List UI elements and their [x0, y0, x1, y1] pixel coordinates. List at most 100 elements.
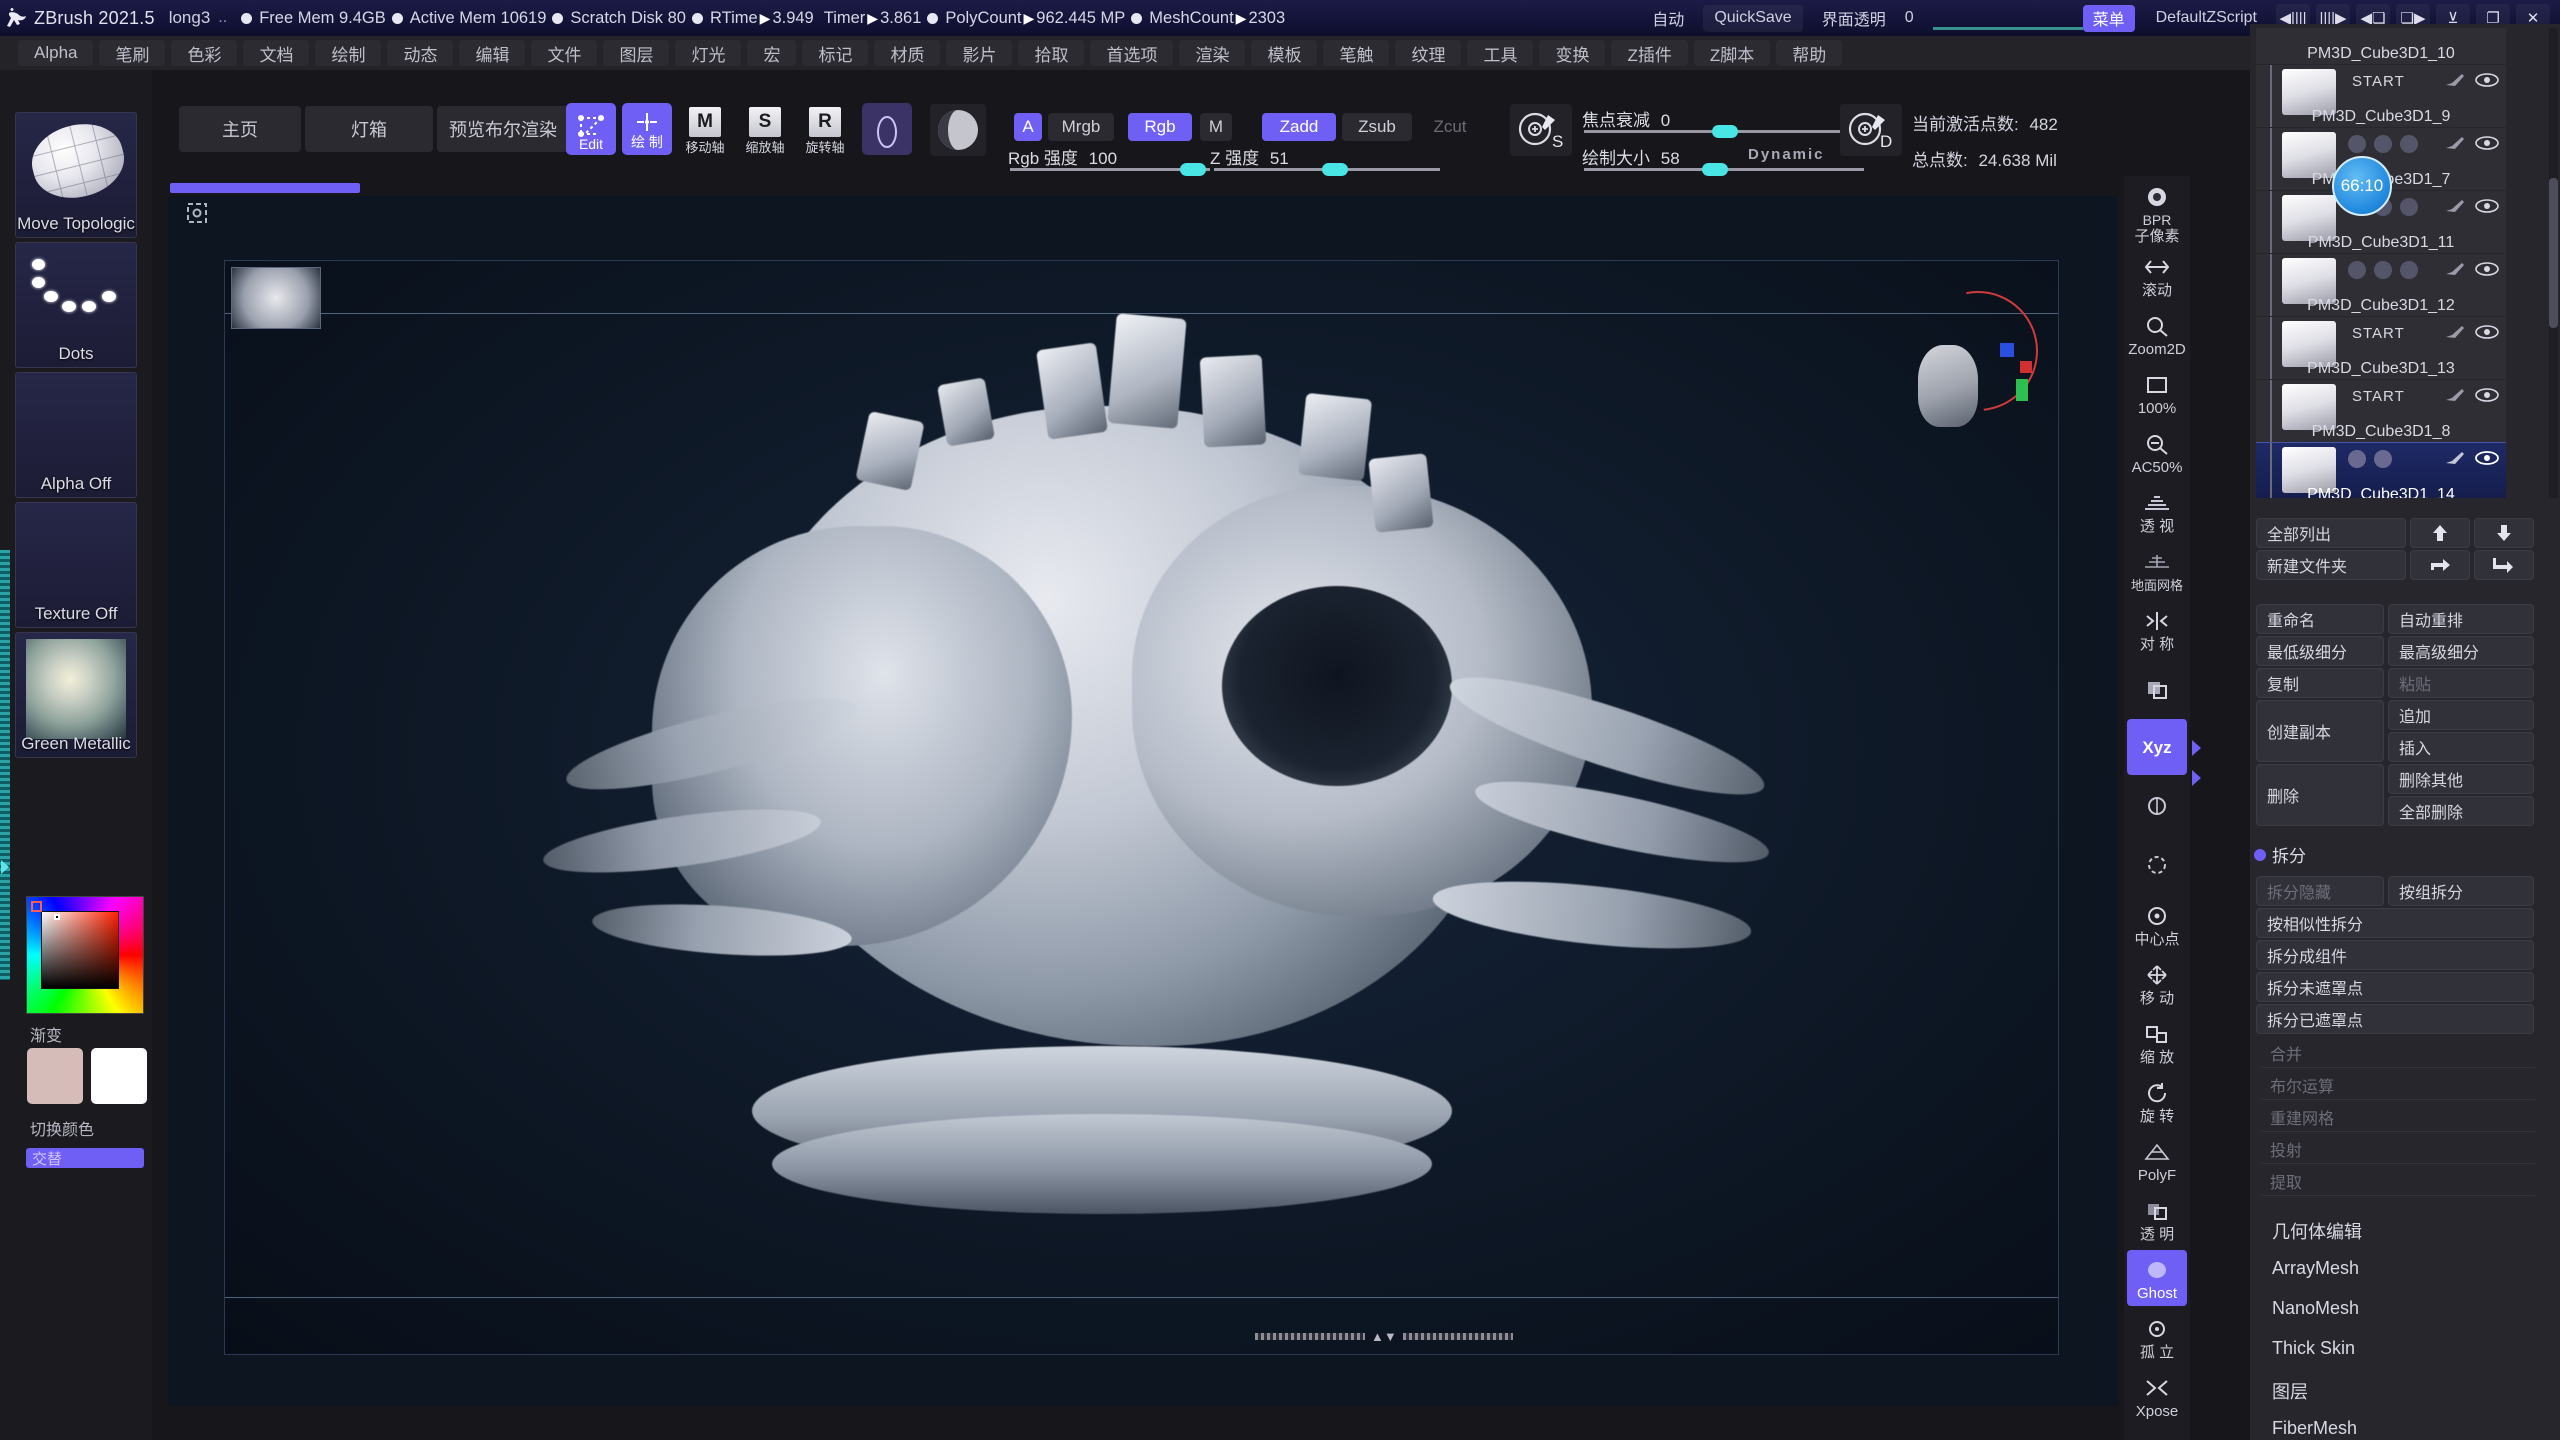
menu-toggle-button[interactable]: 菜单: [2082, 4, 2135, 32]
table-row[interactable]: START PM3D_Cube3D1_13: [2256, 317, 2506, 379]
menu-item-render[interactable]: 渲染: [1179, 40, 1246, 66]
menu-item-zplugin[interactable]: Z插件: [1611, 40, 1688, 66]
menu-item-stencil[interactable]: 模板: [1251, 40, 1318, 66]
alpha-selector[interactable]: Alpha Off: [15, 372, 137, 498]
viewport[interactable]: ▲▼: [224, 260, 2059, 1355]
draw-mode-button[interactable]: 绘 制: [622, 103, 672, 155]
lowest-subdiv-button[interactable]: 最低级细分: [2256, 636, 2384, 666]
rail-item-xpose[interactable]: Xpose: [2127, 1368, 2187, 1424]
rail-item-move[interactable]: 移 动: [2127, 955, 2187, 1011]
rail-item-transparent[interactable]: 透 明: [2127, 1191, 2187, 1247]
duplicate-button[interactable]: 创建副本: [2256, 700, 2384, 762]
menu-item-dynamics[interactable]: 动态: [387, 40, 454, 66]
head-bust-icon[interactable]: [1918, 345, 1978, 427]
move-into-folder-button[interactable]: [2410, 550, 2470, 580]
menu-item-texture[interactable]: 纹理: [1395, 40, 1462, 66]
rail-item-center-point[interactable]: 中心点: [2127, 896, 2187, 952]
texture-selector[interactable]: Texture Off: [15, 502, 137, 628]
visibility-eye-icon[interactable]: [2474, 451, 2500, 467]
remesh-section[interactable]: 重建网格: [2260, 1102, 2538, 1132]
quicksave-button[interactable]: QuickSave: [1703, 4, 1803, 32]
draw-size-group-icon[interactable]: S: [1510, 104, 1572, 156]
rail-item-floor-grid[interactable]: 地面网格: [2127, 542, 2187, 598]
move-down-button[interactable]: [2474, 518, 2534, 548]
table-row[interactable]: PM3D_Cube3D1_10: [2256, 28, 2506, 64]
move-out-folder-button[interactable]: [2474, 550, 2534, 580]
boolean-section[interactable]: 布尔运算: [2260, 1070, 2538, 1100]
auto-reorder-button[interactable]: 自动重排: [2388, 604, 2534, 634]
rail-item-scale[interactable]: 缩 放: [2127, 1014, 2187, 1070]
tab-preview-boolean-render[interactable]: 预览布尔渲染: [437, 106, 569, 152]
rail-item-bpr[interactable]: BPR 子像素: [2127, 182, 2187, 244]
list-all-button[interactable]: 全部列出: [2256, 518, 2406, 548]
paint-icon[interactable]: [2444, 199, 2466, 215]
scrub-right-icon[interactable]: [1402, 1333, 1513, 1340]
thick-skin-section[interactable]: Thick Skin: [2272, 1338, 2355, 1359]
m-button[interactable]: M: [1200, 113, 1232, 141]
layers-section[interactable]: 图层: [2272, 1378, 2308, 1404]
focal-shift-slider[interactable]: 焦点衰减 0: [1582, 106, 1670, 131]
visibility-eye-icon[interactable]: [2474, 325, 2500, 341]
insert-button[interactable]: 插入: [2388, 732, 2534, 762]
move-up-button[interactable]: [2410, 518, 2470, 548]
split-by-group-button[interactable]: 按组拆分: [2388, 876, 2534, 906]
paste-button[interactable]: 粘贴: [2388, 668, 2534, 698]
auto-save-button[interactable]: 自动: [1641, 5, 1695, 32]
paint-icon[interactable]: [2444, 451, 2466, 467]
subtool-list[interactable]: PM3D_Cube3D1_10 START PM3D_Cube3D1_9 PM3…: [2256, 28, 2506, 498]
color-picker-gradient[interactable]: [41, 911, 119, 989]
visibility-eye-icon[interactable]: [2474, 136, 2500, 152]
menu-item-material[interactable]: 材质: [874, 40, 941, 66]
scrub-arrows-icon[interactable]: ▲▼: [1371, 1329, 1397, 1344]
material-swatch-button[interactable]: [930, 104, 986, 156]
zcut-button[interactable]: Zcut: [1420, 113, 1480, 141]
color-picker[interactable]: [26, 896, 144, 1014]
tab-home[interactable]: 主页: [179, 106, 301, 152]
menu-item-layer[interactable]: 图层: [603, 40, 670, 66]
menu-item-brush[interactable]: 笔刷: [99, 40, 166, 66]
menu-item-file[interactable]: 文件: [531, 40, 598, 66]
edit-mode-button[interactable]: Edit: [566, 103, 616, 155]
table-row[interactable]: PM3D_Cube3D1_12: [2256, 254, 2506, 316]
rail-item-scroll[interactable]: 滚动: [2127, 247, 2187, 303]
copy-button[interactable]: 复制: [2256, 668, 2384, 698]
menu-item-marker[interactable]: 标记: [802, 40, 869, 66]
rename-button[interactable]: 重命名: [2256, 604, 2384, 634]
paint-icon[interactable]: [2444, 73, 2466, 89]
nanomesh-section[interactable]: NanoMesh: [2272, 1298, 2359, 1319]
canvas-scrub-control[interactable]: ▲▼: [1255, 1329, 1513, 1344]
paint-icon[interactable]: [2444, 136, 2466, 152]
dynamic-group-icon[interactable]: D: [1840, 104, 1902, 156]
rail-item-perspective[interactable]: 透 视: [2127, 483, 2187, 539]
rail-item-frame[interactable]: [2127, 837, 2187, 893]
left-edge-strip[interactable]: [0, 550, 10, 980]
alpha-preview-button[interactable]: [862, 103, 912, 155]
rail-item-polyframe[interactable]: PolyF: [2127, 1132, 2187, 1188]
subtool-scrollbar[interactable]: [2549, 28, 2558, 498]
rail-chevron-icon-2[interactable]: [2192, 770, 2201, 786]
delete-other-button[interactable]: 删除其他: [2388, 764, 2534, 794]
mrgb-a-button[interactable]: A: [1014, 113, 1042, 141]
scrub-left-icon[interactable]: [1255, 1333, 1365, 1340]
rail-item-symmetry[interactable]: 对 称: [2127, 601, 2187, 657]
menu-item-edit[interactable]: 编辑: [459, 40, 526, 66]
rgb-button[interactable]: Rgb: [1128, 113, 1192, 141]
table-row-selected[interactable]: PM3D_Cube3D1_14: [2256, 442, 2506, 498]
fibermesh-section[interactable]: FiberMesh: [2272, 1418, 2357, 1439]
sculpture-model[interactable]: [442, 286, 1842, 1286]
arraymesh-section[interactable]: ArrayMesh: [2272, 1258, 2359, 1279]
rgb-intensity-slider[interactable]: Rgb 强度 100: [1008, 144, 1117, 169]
split-by-similarity-button[interactable]: 按相似性拆分: [2256, 908, 2534, 938]
menu-item-alpha[interactable]: Alpha: [18, 40, 94, 66]
scale-axis-button[interactable]: S 缩放轴: [742, 106, 788, 156]
paint-icon[interactable]: [2444, 388, 2466, 404]
split-unmasked-button[interactable]: 拆分未遮罩点: [2256, 972, 2534, 1002]
tab-lightbox[interactable]: 灯箱: [305, 106, 433, 152]
new-folder-button[interactable]: 新建文件夹: [2256, 550, 2406, 580]
zsub-button[interactable]: Zsub: [1342, 113, 1412, 141]
mrgb-button[interactable]: Mrgb: [1048, 113, 1114, 141]
merge-section[interactable]: 合并: [2260, 1038, 2538, 1068]
menu-item-draw[interactable]: 绘制: [315, 40, 382, 66]
rail-item-xyz[interactable]: Xyz: [2127, 719, 2187, 775]
split-hidden-button[interactable]: 拆分隐藏: [2256, 876, 2384, 906]
